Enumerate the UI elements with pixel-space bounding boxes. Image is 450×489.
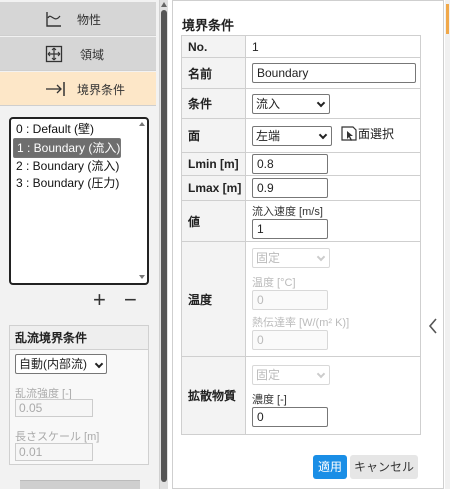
nav-domain-label: 領域 xyxy=(80,48,105,62)
properties-table: No. 1 名前 Boundary 条件 流入 面 左端 面選択 Lmin [m… xyxy=(181,35,421,435)
scroll-up-icon[interactable] xyxy=(161,2,167,7)
list-item[interactable]: 0 : Default (壁) xyxy=(13,121,145,138)
face-select-button[interactable]: 面選択 xyxy=(340,125,394,142)
left-panel: 物性 領域 境界条件 0 : Default (壁) 1 : Boundary … xyxy=(0,0,160,489)
temperature-sub-label: 温度 [°C] xyxy=(252,277,296,289)
heat-transfer-label: 熱伝達率 [W/(m² K)] xyxy=(252,317,350,329)
remove-boundary-button[interactable]: − xyxy=(124,289,137,311)
chart-icon xyxy=(46,12,61,27)
list-item[interactable]: 3 : Boundary (圧力) xyxy=(13,175,145,192)
face-label: 面 xyxy=(181,118,246,153)
boundary-panel: 境界条件 No. 1 名前 Boundary 条件 流入 面 左端 面選択 Lm… xyxy=(172,0,444,489)
velocity-input[interactable]: 1 xyxy=(252,219,328,239)
turbulence-title: 乱流境界条件 xyxy=(10,326,148,350)
list-item-selected[interactable]: 1 : Boundary (流入) xyxy=(13,138,122,158)
panel-title: 境界条件 xyxy=(182,18,235,33)
chevron-down-icon xyxy=(318,130,328,139)
length-scale-label: 長さスケール [m] xyxy=(15,431,100,443)
name-label: 名前 xyxy=(181,57,246,89)
value-label: 値 xyxy=(181,200,246,242)
temperature-input: 0 xyxy=(252,290,328,310)
nav-boundary[interactable]: 境界条件 xyxy=(0,72,156,106)
lmax-label: Lmax [m] xyxy=(181,175,246,201)
domain-icon xyxy=(45,45,63,63)
nav-properties[interactable]: 物性 xyxy=(0,2,156,36)
intensity-input: 0.05 xyxy=(15,399,93,417)
heat-transfer-input: 0 xyxy=(252,330,328,350)
arrow-boundary-icon xyxy=(46,82,65,96)
diffusion-label: 拡散物質 xyxy=(181,356,246,435)
add-boundary-button[interactable]: + xyxy=(93,289,106,311)
scroll-up-arrow-icon[interactable] xyxy=(139,122,145,126)
condition-select[interactable]: 流入 xyxy=(252,93,330,114)
lmax-input[interactable]: 0.9 xyxy=(252,178,328,198)
face-select-icon xyxy=(341,126,357,141)
name-input[interactable]: Boundary xyxy=(252,63,416,83)
diffusion-mode-value: 固定 xyxy=(256,367,281,382)
concentration-input[interactable]: 0 xyxy=(252,406,328,427)
chevron-down-icon xyxy=(316,369,326,378)
diffusion-mode-select: 固定 xyxy=(252,364,330,385)
cancel-button[interactable]: キャンセル xyxy=(350,455,418,479)
turbulence-panel: 乱流境界条件 自動(内部流) 乱流強度 [-] 0.05 長さスケール [m] … xyxy=(9,325,149,465)
temperature-mode-value: 固定 xyxy=(256,251,281,265)
page-scrollbar-track[interactable] xyxy=(445,0,450,489)
temperature-mode-select: 固定 xyxy=(252,248,330,268)
collapse-panel-chevron-icon[interactable] xyxy=(428,318,438,334)
boundary-list[interactable]: 0 : Default (壁) 1 : Boundary (流入) 2 : Bo… xyxy=(9,117,149,285)
list-item[interactable]: 2 : Boundary (流入) xyxy=(13,158,145,175)
turbulence-mode-select[interactable]: 自動(内部流) xyxy=(15,354,107,374)
apply-button[interactable]: 適用 xyxy=(313,455,347,479)
velocity-label: 流入速度 [m/s] xyxy=(252,206,323,218)
condition-value: 流入 xyxy=(256,96,281,111)
lmin-input[interactable]: 0.8 xyxy=(252,154,328,174)
left-scrollbar-thumb[interactable] xyxy=(161,10,167,482)
scroll-down-arrow-icon[interactable] xyxy=(139,275,145,279)
concentration-label: 濃度 [-] xyxy=(252,393,287,406)
no-value: 1 xyxy=(245,35,421,58)
page-scrollbar-thumb[interactable] xyxy=(446,4,449,34)
chevron-down-icon xyxy=(316,252,326,262)
face-select[interactable]: 左端 xyxy=(252,125,332,146)
nav-boundary-label: 境界条件 xyxy=(77,83,126,97)
length-scale-input: 0.01 xyxy=(15,443,93,461)
face-value: 左端 xyxy=(256,128,281,143)
nav-properties-label: 物性 xyxy=(77,13,102,27)
nav-domain[interactable]: 領域 xyxy=(0,37,156,71)
temperature-label: 温度 xyxy=(181,241,246,357)
face-select-label: 面選択 xyxy=(358,127,395,141)
lmin-label: Lmin [m] xyxy=(181,152,246,176)
bottom-tab[interactable] xyxy=(20,480,140,489)
condition-label: 条件 xyxy=(181,88,246,119)
chevron-down-icon xyxy=(94,359,104,369)
no-label: No. xyxy=(181,35,246,58)
turbulence-mode-value: 自動(内部流) xyxy=(19,357,87,371)
chevron-down-icon xyxy=(316,98,326,107)
